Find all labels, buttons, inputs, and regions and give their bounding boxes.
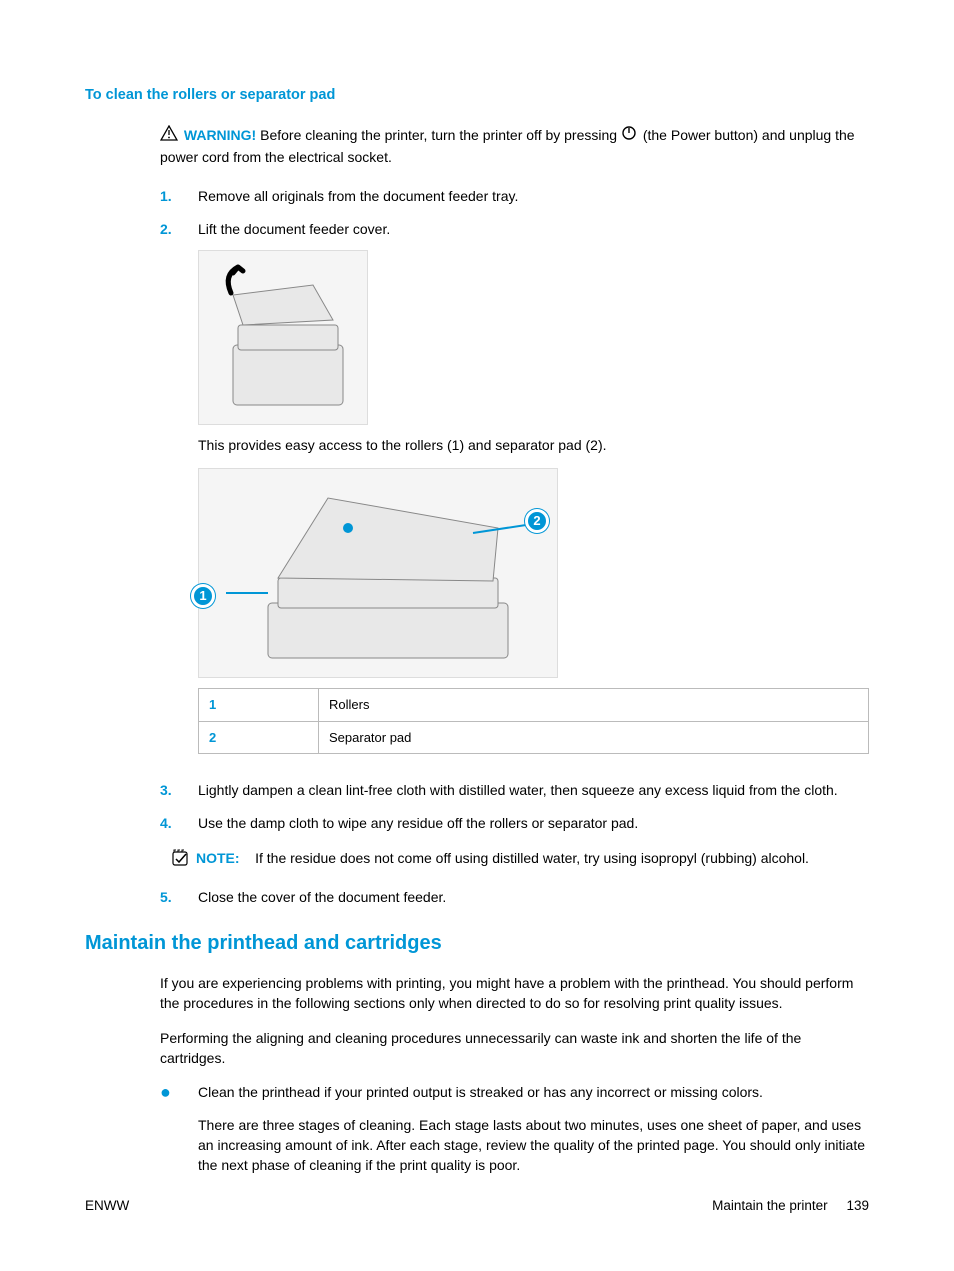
part-number: 2	[199, 721, 319, 754]
footer-left: ENWW	[85, 1196, 129, 1216]
table-row: 1 Rollers	[199, 689, 869, 722]
list-item: ● Clean the printhead if your printed ou…	[160, 1082, 869, 1187]
bullet-text-2: There are three stages of cleaning. Each…	[198, 1115, 869, 1176]
section-heading-maintain: Maintain the printhead and cartridges	[85, 928, 869, 958]
step-2: 2. Lift the document feeder cover. This …	[160, 219, 869, 768]
footer-right: Maintain the printer 139	[712, 1196, 869, 1216]
step-4-text: Use the damp cloth to wipe any residue o…	[198, 813, 869, 834]
page-footer: ENWW Maintain the printer 139	[85, 1196, 869, 1216]
step-number: 3.	[160, 780, 198, 801]
warning-label: WARNING!	[184, 127, 256, 143]
step-2-caption: This provides easy access to the rollers…	[198, 435, 869, 456]
maintain-bullet-list: ● Clean the printhead if your printed ou…	[160, 1082, 869, 1187]
table-row: 2 Separator pad	[199, 721, 869, 754]
page-number: 139	[846, 1198, 869, 1213]
note-label: NOTE:	[196, 850, 240, 866]
footer-section-title: Maintain the printer	[712, 1198, 828, 1213]
warning-triangle-icon	[160, 125, 178, 147]
step-3: 3. Lightly dampen a clean lint-free clot…	[160, 780, 869, 801]
power-icon	[621, 125, 637, 147]
step-number: 1.	[160, 186, 198, 207]
step-body: Remove all originals from the document f…	[198, 186, 869, 207]
step-5: 5. Close the cover of the document feede…	[160, 887, 869, 908]
step-2-text: Lift the document feeder cover.	[198, 219, 869, 240]
part-number: 1	[199, 689, 319, 722]
warning-callout: WARNING! Before cleaning the printer, tu…	[160, 125, 869, 168]
note-callout: NOTE: If the residue does not come off u…	[198, 848, 869, 869]
parts-table: 1 Rollers 2 Separator pad	[198, 688, 869, 754]
callout-marker-1: 1	[191, 584, 215, 608]
step-number: 5.	[160, 887, 198, 908]
section-heading-clean-rollers: To clean the rollers or separator pad	[85, 85, 869, 107]
note-text: If the residue does not come off using d…	[255, 850, 809, 866]
step-body: Close the cover of the document feeder.	[198, 887, 869, 908]
steps-list: 1. Remove all originals from the documen…	[160, 186, 869, 908]
step-body: Lightly dampen a clean lint-free cloth w…	[198, 780, 869, 801]
bullet-icon: ●	[160, 1082, 198, 1187]
printer-rollers-illustration: 1 2	[198, 468, 558, 678]
bullet-text-1: Clean the printhead if your printed outp…	[198, 1082, 869, 1102]
note-icon	[170, 848, 190, 868]
printer-lift-cover-illustration	[198, 250, 368, 425]
maintain-paragraph-2: Performing the aligning and cleaning pro…	[160, 1028, 869, 1069]
step-number: 2.	[160, 219, 198, 768]
warning-text-before: Before cleaning the printer, turn the pr…	[260, 127, 621, 143]
step-4: 4. Use the damp cloth to wipe any residu…	[160, 813, 869, 875]
part-label: Rollers	[319, 689, 869, 722]
maintain-paragraph-1: If you are experiencing problems with pr…	[160, 973, 869, 1014]
step-1: 1. Remove all originals from the documen…	[160, 186, 869, 207]
bullet-body: Clean the printhead if your printed outp…	[198, 1082, 869, 1187]
step-body: Lift the document feeder cover. This pro…	[198, 219, 869, 768]
part-label: Separator pad	[319, 721, 869, 754]
step-body: Use the damp cloth to wipe any residue o…	[198, 813, 869, 875]
callout-marker-2: 2	[525, 509, 549, 533]
